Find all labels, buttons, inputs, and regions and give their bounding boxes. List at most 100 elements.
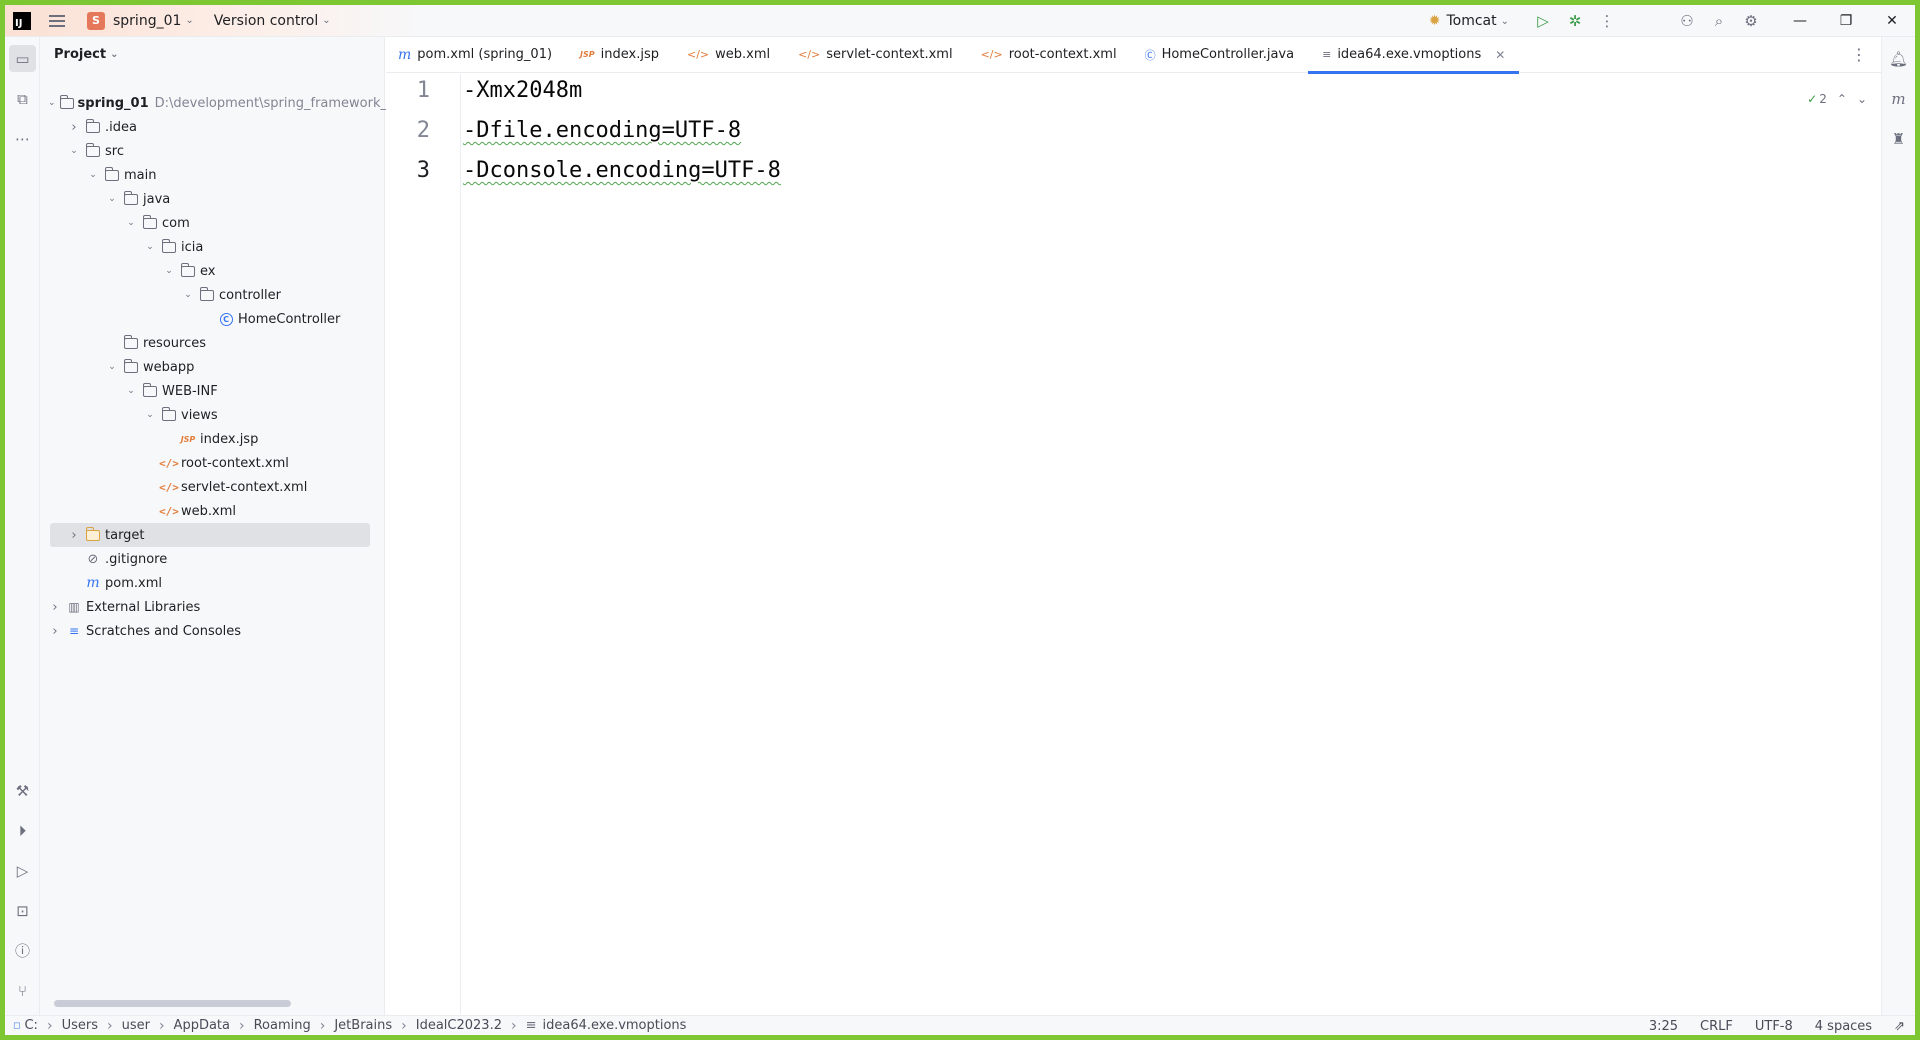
breadcrumb-item[interactable]: Roaming: [254, 1018, 311, 1033]
git-tool-icon[interactable]: ⑂: [9, 977, 36, 1004]
notifications-icon[interactable]: 🔔︎: [1885, 45, 1912, 72]
version-control-menu[interactable]: Version control: [214, 13, 318, 29]
editor-tab[interactable]: m pom.xml (spring_01): [386, 37, 566, 73]
tree-item[interactable]: ⌄ java: [40, 187, 385, 211]
breadcrumb-item[interactable]: C:: [24, 1018, 37, 1033]
search-icon[interactable]: ⌕: [1703, 5, 1735, 37]
tree-item[interactable]: ⌄ spring_01 D:\development\spring_framewor…: [40, 91, 394, 115]
tree-item[interactable]: ⌄ views: [40, 403, 385, 427]
chevron-down-icon[interactable]: ⌄: [185, 15, 193, 26]
chevron-down-icon[interactable]: ⌄: [48, 98, 56, 108]
tree-item[interactable]: › ≡ Scratches and Consoles: [40, 619, 385, 643]
chevron-down-icon[interactable]: ⌄: [86, 170, 100, 180]
editor-tab[interactable]: </> root-context.xml: [967, 37, 1131, 73]
tree-item[interactable]: ⊘ .gitignore: [40, 547, 385, 571]
code-line[interactable]: -Dfile.encoding=UTF-8: [463, 118, 741, 143]
editor-tab[interactable]: JSP index.jsp: [566, 37, 673, 73]
main-menu-icon[interactable]: [49, 14, 69, 27]
tree-item[interactable]: resources: [40, 331, 385, 355]
chevron-down-icon[interactable]: ⌄: [322, 15, 330, 26]
caret-position[interactable]: 3:25: [1649, 1019, 1678, 1034]
chevron-down-icon[interactable]: ⌄: [110, 49, 118, 60]
breadcrumb-item[interactable]: user: [122, 1018, 150, 1033]
tree-item[interactable]: ⌄ webapp: [40, 355, 385, 379]
chevron-down-icon[interactable]: ⌄: [105, 362, 119, 372]
tree-item[interactable]: </> servlet-context.xml: [40, 475, 385, 499]
code-editor[interactable]: ✓ 2 ⌃ ⌄ -Xmx2048m -Dfile.encoding=UTF-8 -D…: [461, 74, 1881, 1014]
editor-tab[interactable]: Ⓒ HomeController.java: [1131, 37, 1309, 73]
services-tool-icon[interactable]: ⏵: [9, 817, 36, 844]
chevron-down-icon[interactable]: ⌄: [124, 386, 138, 396]
tree-item[interactable]: JSP index.jsp: [40, 427, 385, 451]
close-window-button[interactable]: ✕: [1869, 5, 1915, 37]
close-icon[interactable]: ✕: [1495, 48, 1505, 62]
line-separator[interactable]: CRLF: [1700, 1019, 1733, 1034]
restore-button[interactable]: ❐: [1823, 5, 1869, 37]
chevron-right-icon[interactable]: ›: [48, 624, 62, 639]
chevron-down-icon[interactable]: ⌄: [143, 410, 157, 420]
chevron-down-icon[interactable]: ⌄: [1501, 16, 1509, 27]
chevron-down-icon[interactable]: ⌄: [67, 146, 81, 156]
tree-item[interactable]: ⌄ controller: [40, 283, 385, 307]
inspection-widget[interactable]: ✓ 2 ⌃ ⌄: [1807, 92, 1867, 106]
tree-item[interactable]: ⌄ com: [40, 211, 385, 235]
editor-tab[interactable]: </> servlet-context.xml: [784, 37, 966, 73]
chevron-right-icon[interactable]: ›: [48, 600, 62, 615]
file-encoding[interactable]: UTF-8: [1755, 1019, 1793, 1034]
chevron-down-icon[interactable]: ⌄: [1857, 92, 1867, 106]
chevron-right-icon[interactable]: ›: [67, 120, 81, 135]
tree-item[interactable]: ⌄ main: [40, 163, 385, 187]
tree-item[interactable]: › ▥ External Libraries: [40, 595, 385, 619]
project-name[interactable]: spring_01: [113, 13, 181, 29]
horizontal-scrollbar[interactable]: [54, 1000, 291, 1007]
more-vertical-icon[interactable]: ⋮: [1851, 45, 1867, 64]
tree-item[interactable]: ⌄ src: [40, 139, 385, 163]
tree-item[interactable]: </> web.xml: [40, 499, 385, 523]
breadcrumb-item[interactable]: IdealC2023.2: [416, 1018, 502, 1033]
run-tool-icon[interactable]: ▷: [9, 857, 36, 884]
tree-item[interactable]: m pom.xml: [40, 571, 385, 595]
tree-item[interactable]: ⌄ ex: [40, 259, 385, 283]
tree-item[interactable]: › .idea: [40, 115, 385, 139]
tree-item[interactable]: </> root-context.xml: [40, 451, 385, 475]
read-only-lock-icon[interactable]: ⇗: [1894, 1019, 1905, 1034]
editor-tab[interactable]: </> web.xml: [673, 37, 784, 73]
chevron-down-icon[interactable]: ⌄: [124, 218, 138, 228]
chevron-down-icon[interactable]: ⌄: [143, 242, 157, 252]
breadcrumb-item[interactable]: Users: [62, 1018, 98, 1033]
debug-icon[interactable]: ✲: [1559, 5, 1591, 37]
add-user-icon[interactable]: ⚇: [1671, 5, 1703, 37]
structure-tool-icon[interactable]: ⧉: [9, 85, 36, 112]
terminal-tool-icon[interactable]: ⊡: [9, 897, 36, 924]
run-config-selector[interactable]: Tomcat: [1446, 13, 1496, 29]
build-tool-icon[interactable]: ⚒: [9, 777, 36, 804]
code-line[interactable]: -Xmx2048m: [463, 78, 582, 103]
breadcrumb-item[interactable]: AppData: [174, 1018, 230, 1033]
chevron-down-icon[interactable]: ⌄: [162, 266, 176, 276]
tree-item[interactable]: C HomeController: [40, 307, 385, 331]
project-panel-header[interactable]: Project ⌄: [40, 37, 384, 71]
intellij-logo-icon[interactable]: IJ: [13, 11, 31, 30]
tree-item[interactable]: ⌄ WEB-INF: [40, 379, 385, 403]
chevron-down-icon[interactable]: ⌄: [181, 290, 195, 300]
chevron-right-icon[interactable]: ›: [67, 528, 81, 543]
project-badge[interactable]: S: [87, 11, 105, 30]
more-vertical-icon[interactable]: ⋮: [1591, 5, 1623, 37]
problems-tool-icon[interactable]: ⓘ: [9, 937, 36, 964]
indent-setting[interactable]: 4 spaces: [1815, 1019, 1872, 1034]
more-tools-icon[interactable]: ⋯: [9, 125, 36, 152]
minimize-button[interactable]: —: [1777, 5, 1823, 37]
hierarchy-tool-icon[interactable]: ♜: [1885, 125, 1912, 152]
editor-tab[interactable]: ≡ idea64.exe.vmoptions ✕: [1308, 37, 1520, 74]
chevron-up-icon[interactable]: ⌃: [1837, 92, 1847, 106]
project-tool-icon[interactable]: ▭: [9, 45, 36, 72]
tree-item[interactable]: ⌄ icia: [40, 235, 385, 259]
chevron-down-icon[interactable]: ⌄: [105, 194, 119, 204]
tree-item[interactable]: › target: [50, 523, 370, 547]
run-icon[interactable]: ▷: [1527, 5, 1559, 37]
breadcrumb-item[interactable]: JetBrains: [334, 1018, 392, 1033]
maven-tool-icon[interactable]: m: [1885, 85, 1912, 112]
gear-icon[interactable]: ⚙: [1735, 5, 1767, 37]
breadcrumb-item[interactable]: idea64.exe.vmoptions: [543, 1018, 687, 1033]
code-line[interactable]: -Dconsole.encoding=UTF-8: [463, 158, 781, 183]
